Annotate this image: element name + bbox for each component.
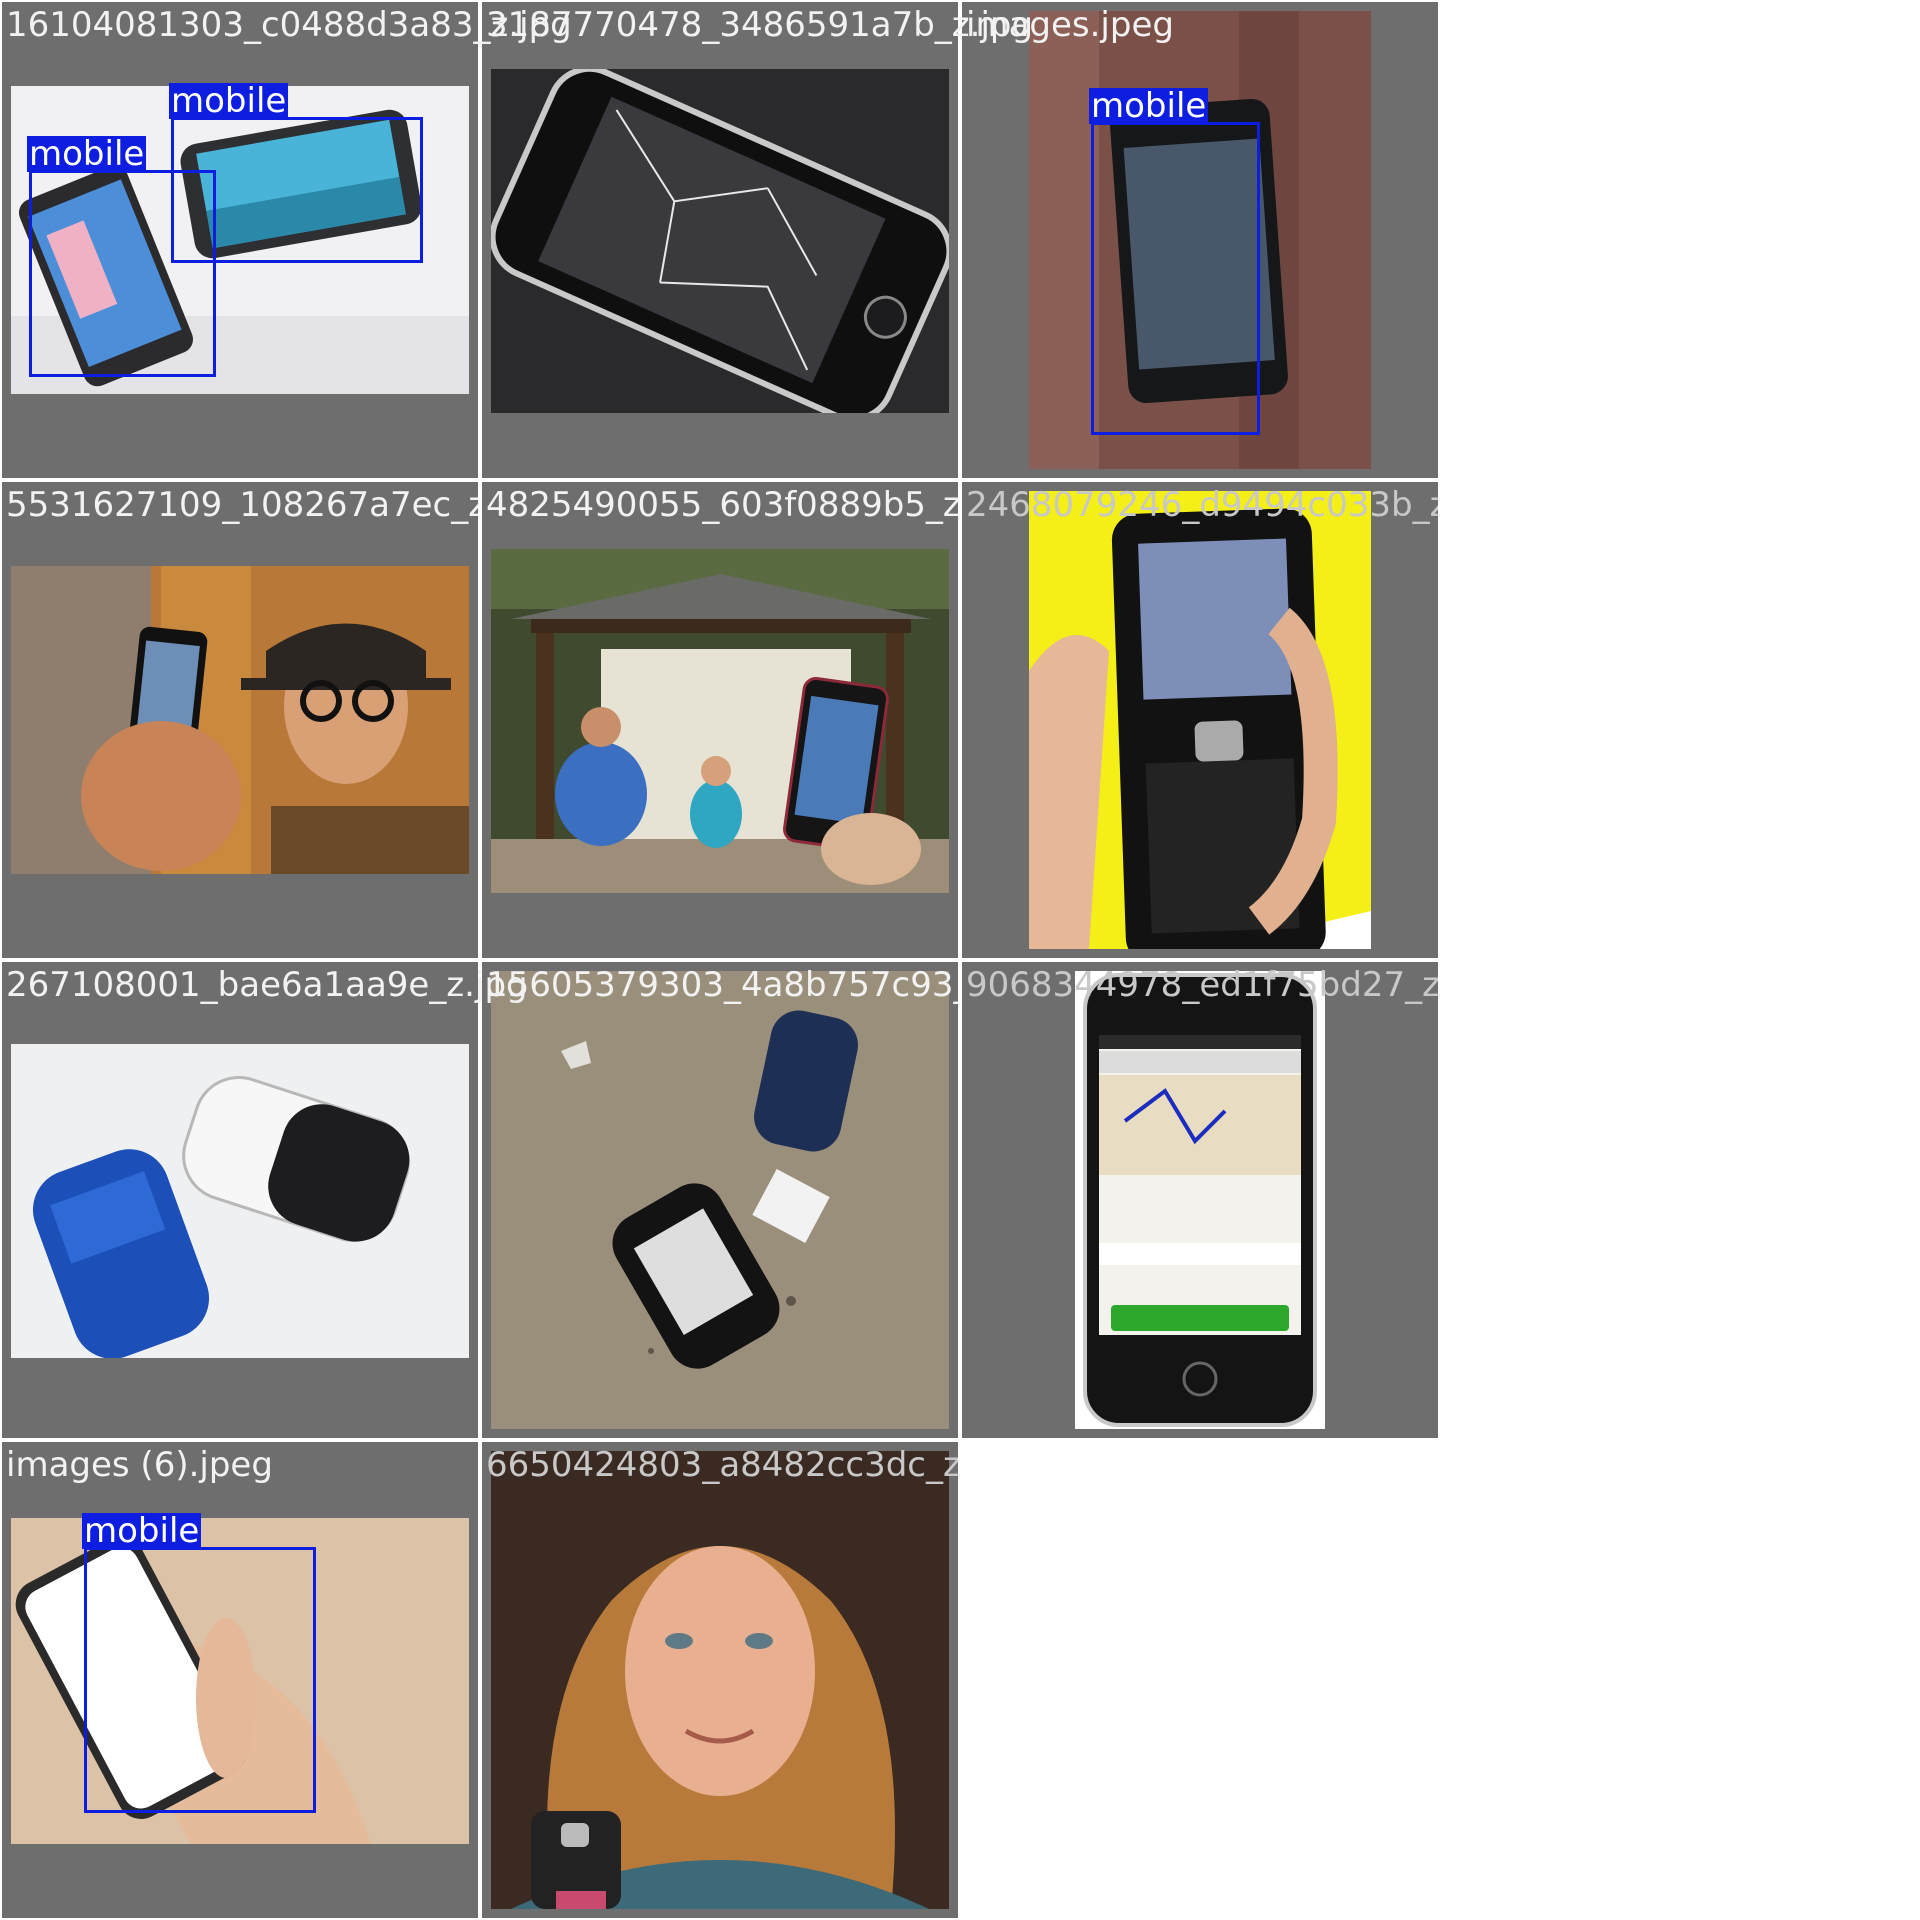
grid-cell-2 — [482, 2, 958, 478]
detection-box — [29, 170, 216, 377]
thumbnail-image[interactable] — [491, 1451, 949, 1909]
image-filename: 15605379303_4a8b757c93_z.jpg — [486, 965, 958, 1005]
grid-cell-6: 2468079246_d9494c033b_z.jpg — [962, 482, 1438, 958]
grid-cell-11: 6650424803_a8482cc3dc_z.jpg — [482, 1442, 958, 1918]
image-filename: 4825490055_603f0889b5_z.jpg — [486, 485, 958, 525]
grid-cell-3: mobile — [962, 2, 1438, 478]
detection-box — [1091, 122, 1260, 435]
thumbnail-image[interactable] — [1075, 971, 1325, 1429]
image-filename: 9068344978_ed1f75bd27_z.jpg — [966, 965, 1438, 1005]
detection-box — [84, 1547, 316, 1813]
grid-cell-5: 4825490055_603f0889b5_z.jpg — [482, 482, 958, 958]
thumbnail-image[interactable] — [11, 1044, 469, 1358]
grid-cell-9: 9068344978_ed1f75bd27_z.jpg — [962, 962, 1438, 1438]
grid-cell-8: 15605379303_4a8b757c93_z.jpg — [482, 962, 958, 1438]
detection-label: mobile — [169, 81, 289, 121]
thumbnail-image[interactable] — [491, 69, 949, 413]
image-filename: images (6).jpeg — [6, 1445, 273, 1485]
image-filename: images.jpeg — [966, 5, 1174, 45]
grid-cell-7 — [2, 962, 478, 1438]
image-filename: 267108001_bae6a1aa9e_z.jpg — [6, 965, 528, 1005]
detection-label: mobile — [1089, 86, 1209, 126]
grid-cell-4: 5531627109_108267a7ec_z.jpg — [2, 482, 478, 958]
thumbnail-image[interactable] — [1029, 491, 1371, 949]
image-filename: 6650424803_a8482cc3dc_z.jpg — [486, 1445, 958, 1485]
grid-cell-1: mobile mobile — [2, 2, 478, 478]
image-filename: 3187770478_3486591a7b_z.jpg — [486, 5, 1034, 45]
thumbnail-image[interactable] — [491, 971, 949, 1429]
grid-cell-10: mobile images (6).jpeg — [2, 1442, 478, 1918]
detection-label: mobile — [82, 1511, 202, 1551]
image-filename: 2468079246_d9494c033b_z.jpg — [966, 485, 1438, 525]
thumbnail-image[interactable] — [11, 566, 469, 874]
image-filename: 5531627109_108267a7ec_z.jpg — [6, 485, 478, 525]
thumbnail-image[interactable] — [491, 549, 949, 893]
detection-label: mobile — [27, 134, 147, 174]
